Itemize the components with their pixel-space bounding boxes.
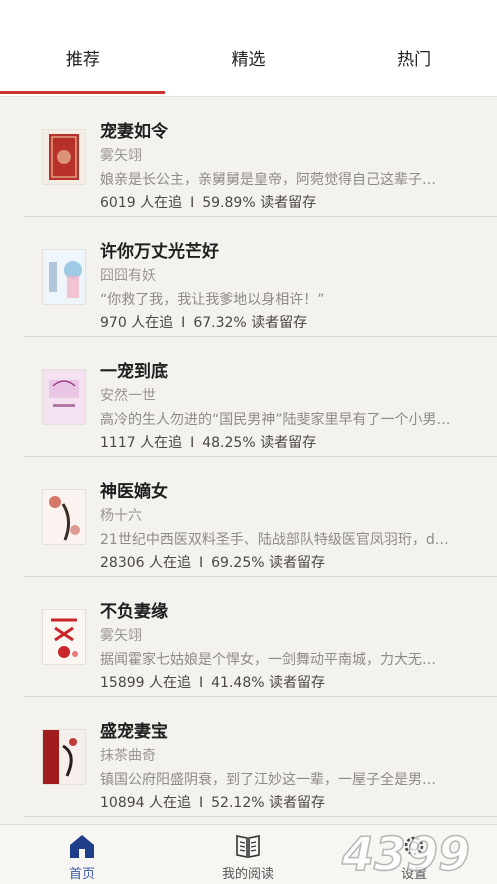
book-stats: 10894 人在追 I 52.12% 读者留存 [100, 792, 325, 812]
tab-popular[interactable]: 热门 [331, 40, 497, 80]
retention-rate: 69.25% 读者留存 [211, 555, 325, 571]
book-cover [42, 129, 86, 185]
book-description: 镇国公府阳盛阴衰，到了江妙这一辈，一屋子全是男… [100, 772, 436, 788]
book-stats: 28306 人在追 I 69.25% 读者留存 [100, 552, 325, 572]
book-description: “你救了我，我让我爹地以身相许！” [100, 292, 325, 308]
book-author: 安然一世 [100, 388, 156, 404]
readers-count: 6019 人在追 [100, 195, 183, 211]
book-list-item[interactable]: 神医嫡女 杨十六 21世纪中西医双料圣手、陆战部队特级医官凤羽珩，d… 2830… [24, 457, 497, 577]
book-stats: 970 人在追 I 67.32% 读者留存 [100, 312, 307, 332]
book-cover-art [43, 250, 85, 304]
stats-separator: I [199, 795, 204, 811]
book-list-item[interactable]: 许你万丈光芒好 囧囧有妖 “你救了我，我让我爹地以身相许！” 970 人在追 I 6… [24, 217, 497, 337]
gear-icon [404, 836, 424, 856]
book-list-item[interactable]: 宠妻如令 雾矢翊 娘亲是长公主，亲舅舅是皇帝，阿菀觉得自己这辈子… 6019 人… [24, 97, 497, 217]
active-tab-indicator [0, 91, 165, 94]
book-description: 高冷的生人勿进的“国民男神”陆斐家里早有了一个小男… [100, 412, 451, 428]
book-cover-art [43, 130, 85, 184]
bottom-nav-bar: 首页 我的阅读 设置 [0, 824, 497, 884]
book-author: 雾矢翊 [100, 628, 142, 644]
tab-recommend[interactable]: 推荐 [0, 40, 166, 80]
nav-home-label: 首页 [68, 867, 95, 882]
book-list: 宠妻如令 雾矢翊 娘亲是长公主，亲舅舅是皇帝，阿菀觉得自己这辈子… 6019 人… [0, 97, 497, 817]
book-cover-art [43, 730, 85, 784]
nav-settings[interactable]: 设置 [369, 833, 459, 882]
tab-featured[interactable]: 精选 [166, 40, 332, 80]
book-description: 娘亲是长公主，亲舅舅是皇帝，阿菀觉得自己这辈子… [100, 172, 436, 188]
category-tabs: 推荐 精选 热门 [0, 40, 497, 80]
book-title: 不负妻缘 [100, 602, 168, 622]
book-title: 宠妻如令 [100, 122, 168, 142]
book-list-item[interactable]: 不负妻缘 雾矢翊 据闻霍家七姑娘是个悍女，一剑舞动平南城，力大无… 15899 … [24, 577, 497, 697]
nav-my-reading[interactable]: 我的阅读 [203, 833, 293, 882]
book-title: 神医嫡女 [100, 482, 168, 502]
book-title: 盛宠妻宝 [100, 722, 168, 742]
stats-separator: I [190, 195, 195, 211]
book-stats: 6019 人在追 I 59.89% 读者留存 [100, 192, 316, 212]
readers-count: 15899 人在追 [100, 675, 191, 691]
book-stats: 1117 人在追 I 48.25% 读者留存 [100, 432, 316, 452]
stats-separator: I [199, 555, 204, 571]
nav-home[interactable]: 首页 [37, 833, 127, 882]
book-cover [42, 489, 86, 545]
book-cover-art [43, 370, 85, 424]
book-cover [42, 609, 86, 665]
retention-rate: 67.32% 读者留存 [193, 315, 308, 331]
nav-settings-label: 设置 [400, 867, 427, 882]
stats-separator: I [190, 435, 195, 451]
book-description: 21世纪中西医双料圣手、陆战部队特级医官凤羽珩，d… [100, 532, 449, 548]
home-icon [70, 835, 94, 858]
top-tab-bar: 推荐 精选 热门 [0, 0, 497, 97]
book-title: 许你万丈光芒好 [100, 242, 219, 262]
book-cover-art [43, 490, 85, 544]
readers-count: 1117 人在追 [100, 435, 183, 451]
retention-rate: 59.89% 读者留存 [202, 195, 317, 211]
book-cover-art [43, 610, 85, 664]
book-cover [42, 369, 86, 425]
stats-separator: I [181, 315, 186, 331]
retention-rate: 48.25% 读者留存 [202, 435, 317, 451]
book-description: 据闻霍家七姑娘是个悍女，一剑舞动平南城，力大无… [100, 652, 436, 668]
readers-count: 970 人在追 [100, 315, 174, 331]
book-icon [236, 835, 260, 858]
book-author: 杨十六 [100, 508, 142, 524]
retention-rate: 41.48% 读者留存 [211, 675, 325, 691]
book-cover [42, 729, 86, 785]
book-list-item[interactable]: 一宠到底 安然一世 高冷的生人勿进的“国民男神”陆斐家里早有了一个小男… 111… [24, 337, 497, 457]
book-cover [42, 249, 86, 305]
book-author: 雾矢翊 [100, 148, 142, 164]
book-stats: 15899 人在追 I 41.48% 读者留存 [100, 672, 325, 692]
nav-my-reading-label: 我的阅读 [221, 867, 274, 882]
book-title: 一宠到底 [100, 362, 168, 382]
stats-separator: I [199, 675, 204, 691]
readers-count: 10894 人在追 [100, 795, 191, 811]
book-author: 抹茶曲奇 [100, 748, 156, 764]
book-author: 囧囧有妖 [100, 268, 156, 284]
book-list-item[interactable]: 盛宠妻宝 抹茶曲奇 镇国公府阳盛阴衰，到了江妙这一辈，一屋子全是男… 10894… [24, 697, 497, 817]
retention-rate: 52.12% 读者留存 [211, 795, 325, 811]
readers-count: 28306 人在追 [100, 555, 191, 571]
